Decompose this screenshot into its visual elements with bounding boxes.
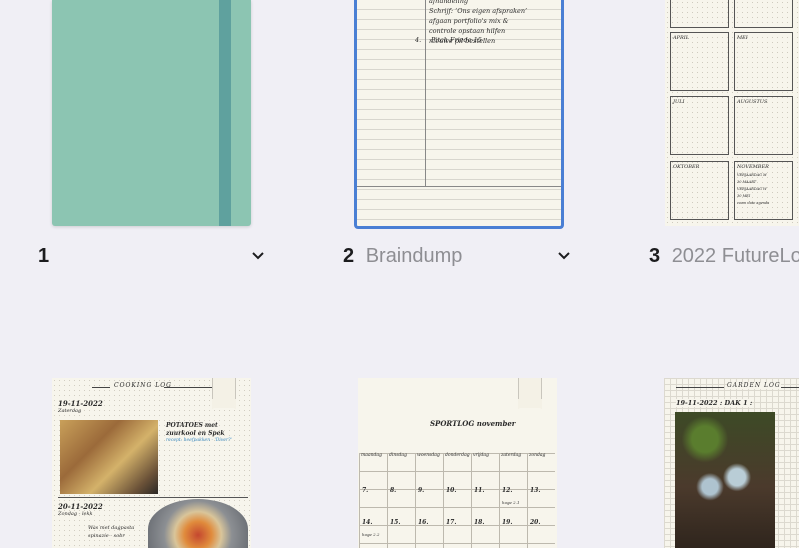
header-rule <box>781 387 799 388</box>
note-item: VERJAARDAG M <box>737 173 767 177</box>
notebook-caption-2[interactable]: 2 Braindump <box>343 245 462 268</box>
month-label: JULI <box>673 99 685 105</box>
list-number: 4. <box>415 36 422 44</box>
month-label: OKTOBER <box>673 164 700 170</box>
entry-day: Zaterdag <box>58 408 82 414</box>
day-number: 13. <box>530 487 541 494</box>
notebook-number: 3 <box>649 245 661 267</box>
food-photo <box>148 499 248 548</box>
weekday-label: zaterdag <box>501 453 522 458</box>
notebook-thumbnail-5[interactable]: SPORTLOG november maandag dinsdag woensd… <box>358 378 557 548</box>
calendar-grid: maandag dinsdag woensdag donderdag vrijd… <box>359 453 555 548</box>
list-item: controle opstaan hilfen <box>429 27 506 35</box>
elastic-band <box>219 0 231 226</box>
list-item: Schrijf: ‘Ons eigen afspraken’ <box>429 7 528 15</box>
notebook-thumbnail-6[interactable]: GARDEN LOG 19-11-2022 : DAK 1 : <box>664 378 799 548</box>
bookmark-icon[interactable] <box>212 378 236 409</box>
notebook-caption-3[interactable]: 3 2022 FutureLog <box>649 245 799 268</box>
month-label: AUGUSTUS <box>737 99 768 105</box>
day-note: hoge 2.1 <box>502 500 520 505</box>
month-box: AUGUSTUS <box>734 96 793 155</box>
notebook-number: 2 <box>343 245 355 267</box>
page-footer-line <box>357 186 561 187</box>
day-number: 18. <box>474 519 485 526</box>
note-item: 30 MEI <box>737 194 751 198</box>
day-number: 20. <box>530 519 541 526</box>
month-box: OKTOBER <box>670 161 729 220</box>
month-label: NOVEMBER <box>737 164 769 170</box>
notebook-title: Braindump <box>365 245 463 267</box>
numbered-list-item: 4. Pitch Friede 15 <box>415 36 482 44</box>
entry-day: Zondag - lekk <box>58 511 93 517</box>
weekday-label: vrijdag <box>473 453 489 458</box>
day-number: 10. <box>446 487 457 494</box>
month-box <box>734 0 793 28</box>
day-number: 15. <box>390 519 401 526</box>
day-note: hoge 2.2 <box>362 532 380 537</box>
bookmark-icon[interactable] <box>518 378 542 409</box>
log-header: SPORTLOG november <box>430 419 516 428</box>
day-number: 16. <box>418 519 429 526</box>
notebook-thumbnail-2[interactable]: afhandeling Schrijf: ‘Ons eigen afsprake… <box>354 0 564 229</box>
note-item: zoom date agenda <box>737 201 770 205</box>
weekday-label: woensdag <box>417 453 440 458</box>
entry-date: 19-11-2022 : DAK 1 : <box>676 399 753 407</box>
entry-divider <box>58 497 248 498</box>
notebook-title: 2022 FutureLog <box>671 245 799 267</box>
month-label: MEI <box>737 35 748 41</box>
day-number: 17. <box>446 519 457 526</box>
day-number: 14. <box>362 519 373 526</box>
entry-sub: recept: heefpakken - 'Diver?' <box>166 438 232 443</box>
month-box <box>670 0 729 28</box>
month-box: APRIL <box>670 32 729 91</box>
notebook-thumbnail-4[interactable]: COOKING LOG 19-11-2022 Zaterdag POTATOES… <box>52 378 251 548</box>
header-rule <box>92 387 110 388</box>
page-margin-line <box>425 0 426 186</box>
chevron-down-icon[interactable] <box>555 249 573 263</box>
day-number: 11. <box>474 487 485 494</box>
header-rule <box>676 387 724 388</box>
notebook-number: 1 <box>38 245 50 267</box>
note-item: VERJAARDAG W <box>737 187 767 191</box>
log-header: GARDEN LOG <box>727 382 781 389</box>
entry-note: POTATOES met zuurkool en Spek <box>166 422 225 437</box>
notebook-caption-1[interactable]: 1 <box>38 245 55 268</box>
plant-photo <box>675 412 775 548</box>
notebook-thumbnail-3[interactable]: APRIL MEI JULI AUGUSTUS OKTOBER NOVEMBER… <box>665 0 799 226</box>
day-number: 7. <box>362 487 369 494</box>
month-box: MEI <box>734 32 793 91</box>
day-number: 12. <box>502 487 513 494</box>
list-text: Pitch Friede 15 <box>431 36 482 44</box>
notebook-thumbnail-1[interactable] <box>52 0 251 226</box>
weekday-label: zondag <box>529 453 546 458</box>
day-number: 9. <box>418 487 425 494</box>
chevron-down-icon[interactable] <box>249 249 267 263</box>
month-notes: VERJAARDAG M 30 MAART VERJAARDAG W 30 ME… <box>737 172 769 207</box>
entry-date: 20-11-2022 <box>58 502 103 511</box>
day-number: 19. <box>502 519 513 526</box>
note-item: 30 MAART <box>737 180 757 184</box>
weekday-label: donderdag <box>445 453 470 458</box>
weekday-label: maandag <box>361 453 382 458</box>
entry-date: 19-11-2022 <box>58 399 103 408</box>
month-box: NOVEMBER VERJAARDAG M 30 MAART VERJAARDA… <box>734 161 793 220</box>
month-box: JULI <box>670 96 729 155</box>
entry-note: Was met dagpasta <box>88 525 135 531</box>
food-photo <box>60 420 158 494</box>
list-item: afgaan portfolio's mix & <box>429 17 509 25</box>
month-label: APRIL <box>673 35 690 41</box>
weekday-label: dinsdag <box>389 453 407 458</box>
day-number: 8. <box>390 487 397 494</box>
entry-sub: spinazie - sobr <box>88 533 125 539</box>
